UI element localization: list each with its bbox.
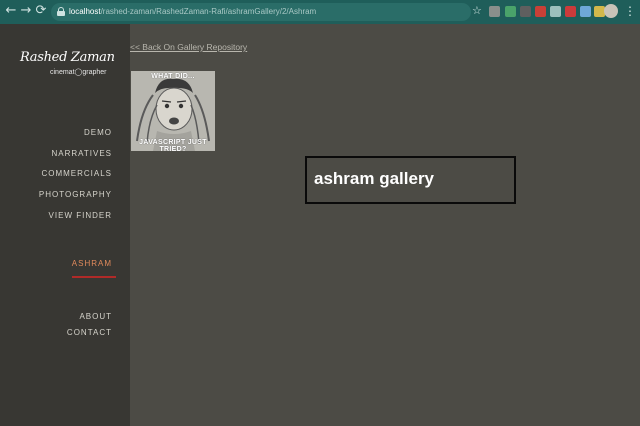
nav-item-about[interactable]: ABOUT [79, 312, 112, 321]
thumbnail-caption-top: WHAT DID... [151, 73, 195, 80]
reload-icon[interactable]: ⟳ [34, 4, 48, 18]
vue-devtools-icon[interactable] [550, 6, 561, 17]
nav-item-ashram[interactable]: ASHRAM [72, 259, 112, 268]
nav-item-narratives[interactable]: NARRATIVES [51, 149, 112, 158]
back-to-gallery-link[interactable]: << Back On Gallery Repository [130, 42, 247, 52]
back-arrow-icon[interactable]: ← [4, 4, 18, 18]
sidebar: Rashed Zaman cinemat◯grapher DEMO NARRAT… [0, 24, 130, 426]
thumbnail-caption-bottom: JAVASCRIPT JUST TRIED? [139, 139, 207, 151]
url-text: localhost/rashed-zaman/RashedZaman-Rafi/… [69, 5, 316, 19]
extension-icon[interactable] [489, 6, 500, 17]
gallery-title: ashram gallery [314, 169, 435, 188]
nav-item-photography[interactable]: PHOTOGRAPHY [39, 190, 112, 199]
info-icon[interactable] [57, 7, 65, 16]
browser-toolbar: ← → ⟳ localhost/rashed-zaman/RashedZaman… [0, 0, 640, 24]
extension-icon[interactable] [580, 6, 591, 17]
extension-icon[interactable] [505, 6, 516, 17]
nav-item-view-finder[interactable]: VIEW FINDER [49, 211, 112, 220]
forward-arrow-icon[interactable]: → [19, 4, 33, 18]
url-path: /rashed-zaman/RashedZaman-Rafi/ashramGal… [100, 7, 317, 16]
active-indicator [72, 276, 116, 278]
nav-item-contact[interactable]: CONTACT [67, 328, 112, 337]
extension-icon[interactable] [565, 6, 576, 17]
bookmark-star-icon[interactable]: ☆ [472, 4, 482, 17]
gallery-thumbnail[interactable]: WHAT DID... JAVASCRIPT JUST TRIED? [131, 71, 215, 151]
nav-item-demo[interactable]: DEMO [84, 128, 112, 137]
logo-tagline: cinemat◯grapher [50, 69, 107, 76]
extension-icon[interactable] [535, 6, 546, 17]
address-bar[interactable]: localhost/rashed-zaman/RashedZaman-Rafi/… [51, 3, 471, 21]
extension-icon[interactable] [520, 6, 531, 17]
profile-avatar[interactable] [604, 4, 618, 18]
url-host: localhost [69, 7, 101, 16]
nav-item-commercials[interactable]: COMMERCIALS [41, 169, 112, 178]
gallery-title-box: ashram gallery [305, 156, 516, 204]
logo-name: Rashed Zaman [20, 50, 115, 65]
browser-menu-icon[interactable]: ⋮ [624, 3, 636, 19]
site-logo[interactable]: Rashed Zaman cinemat◯grapher [20, 50, 120, 76]
